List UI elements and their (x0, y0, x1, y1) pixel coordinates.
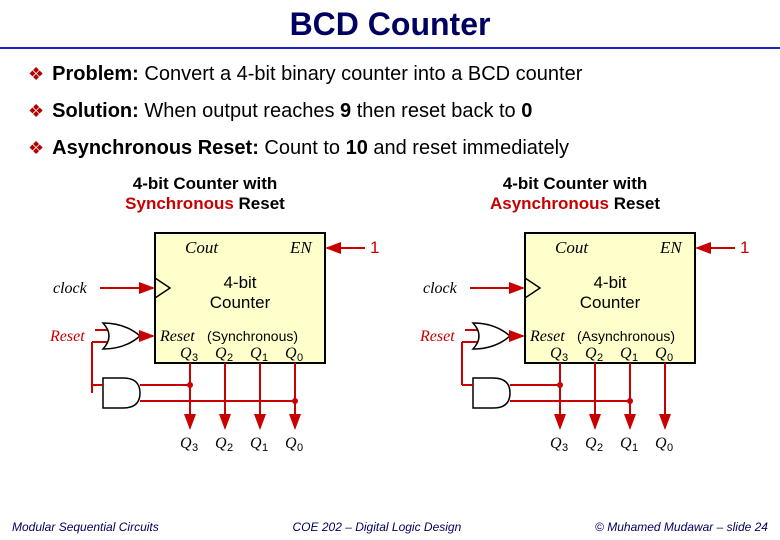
schematic-async: Cout EN 4-bit Counter Reset (Asynchronou… (395, 223, 755, 453)
svg-text:3: 3 (192, 442, 198, 453)
cout-label: Cout (185, 238, 219, 257)
bullet-solution: ❖ Solution: When output reaches 9 then r… (28, 100, 752, 123)
svg-text:Q: Q (215, 345, 227, 362)
clock-label: clock (53, 280, 88, 297)
footer: Modular Sequential Circuits COE 202 – Di… (0, 520, 780, 534)
block-label-2: Counter (210, 293, 271, 312)
svg-text:Q: Q (180, 435, 192, 452)
svg-text:Q: Q (215, 435, 227, 452)
diamond-icon: ❖ (28, 138, 44, 159)
footer-left: Modular Sequential Circuits (12, 520, 159, 534)
svg-text:Q: Q (550, 345, 562, 362)
svg-text:1: 1 (632, 352, 638, 364)
en-label: EN (289, 238, 313, 257)
svg-text:Q: Q (285, 345, 297, 362)
svg-text:Q: Q (585, 345, 597, 362)
svg-text:Q: Q (285, 435, 297, 452)
svg-text:Q: Q (620, 345, 632, 362)
svg-text:Counter: Counter (580, 293, 641, 312)
svg-text:Q: Q (250, 345, 262, 362)
svg-text:Q: Q (180, 345, 192, 362)
svg-text:2: 2 (227, 442, 233, 453)
svg-text:clock: clock (423, 280, 458, 297)
page-title: BCD Counter (0, 6, 780, 43)
reset-pin: Reset (159, 328, 195, 345)
svg-text:3: 3 (192, 352, 198, 364)
diagram-sync: 4-bit Counter with Synchronous Reset Cou… (25, 174, 385, 458)
diagrams-row: 4-bit Counter with Synchronous Reset Cou… (0, 174, 780, 458)
bullet-problem: ❖ Problem: Convert a 4-bit binary counte… (28, 63, 752, 86)
svg-text:1: 1 (632, 442, 638, 453)
bullet-list: ❖ Problem: Convert a 4-bit binary counte… (0, 49, 780, 160)
svg-text:Q: Q (655, 435, 667, 452)
svg-text:Q: Q (250, 435, 262, 452)
svg-text:2: 2 (597, 352, 603, 364)
block-label-1: 4-bit (223, 273, 256, 292)
footer-right: © Muhamed Mudawar – slide 24 (595, 520, 768, 534)
svg-text:Q: Q (620, 435, 632, 452)
svg-text:Reset: Reset (529, 328, 565, 345)
footer-center: COE 202 – Digital Logic Design (293, 520, 462, 534)
svg-text:0: 0 (667, 352, 673, 364)
svg-text:3: 3 (562, 352, 568, 364)
diagram-async: 4-bit Counter with Asynchronous Reset Co… (395, 174, 755, 458)
bullet-async: ❖ Asynchronous Reset: Count to 10 and re… (28, 137, 752, 160)
svg-text:2: 2 (597, 442, 603, 453)
svg-text:Q: Q (585, 435, 597, 452)
reset-type: (Synchronous) (207, 328, 298, 344)
caption-async: 4-bit Counter with Asynchronous Reset (395, 174, 755, 215)
diamond-icon: ❖ (28, 64, 44, 85)
en-value: 1 (370, 238, 379, 257)
svg-text:0: 0 (297, 352, 303, 364)
diamond-icon: ❖ (28, 101, 44, 122)
svg-text:Cout: Cout (555, 238, 589, 257)
bullet-text: Asynchronous Reset: Count to 10 and rese… (52, 137, 569, 160)
bullet-text: Solution: When output reaches 9 then res… (52, 100, 532, 123)
caption-sync: 4-bit Counter with Synchronous Reset (25, 174, 385, 215)
svg-text:Q: Q (550, 435, 562, 452)
svg-text:1: 1 (740, 238, 749, 257)
svg-text:0: 0 (667, 442, 673, 453)
svg-text:Q: Q (655, 345, 667, 362)
title-bar: BCD Counter (0, 0, 780, 49)
svg-text:EN: EN (659, 238, 683, 257)
or-gate-icon (473, 323, 510, 349)
svg-text:1: 1 (262, 352, 268, 364)
or-gate-icon (103, 323, 140, 349)
svg-text:Reset: Reset (419, 328, 455, 345)
svg-text:1: 1 (262, 442, 268, 453)
bullet-text: Problem: Convert a 4-bit binary counter … (52, 63, 582, 86)
and-gate-icon (473, 378, 510, 408)
svg-text:4-bit: 4-bit (593, 273, 626, 292)
schematic-sync: Cout EN 4-bit Counter Reset (Synchronous… (25, 223, 385, 453)
reset-ext: Reset (49, 328, 85, 345)
svg-text:3: 3 (562, 442, 568, 453)
svg-text:0: 0 (297, 442, 303, 453)
svg-text:(Asynchronous): (Asynchronous) (577, 328, 675, 344)
and-gate-icon (103, 378, 140, 408)
svg-text:2: 2 (227, 352, 233, 364)
